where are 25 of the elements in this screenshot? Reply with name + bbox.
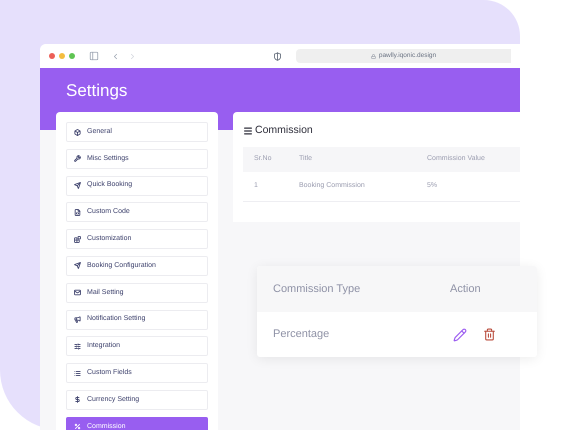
paper-plane-icon [74, 182, 81, 190]
column-header: Action [450, 282, 481, 297]
dollar-icon [74, 396, 81, 404]
back-icon[interactable] [111, 52, 120, 60]
envelope-icon [74, 289, 81, 296]
forward-icon[interactable] [128, 52, 137, 60]
tools-icon [74, 155, 81, 162]
page-title: Settings [66, 81, 128, 101]
megaphone-icon [74, 316, 81, 324]
sidebar-toggle-icon[interactable] [89, 51, 99, 61]
delete-icon[interactable] [483, 328, 496, 341]
table-cell-text: Percentage [273, 327, 330, 342]
list-icon [74, 370, 81, 377]
percent-icon [74, 423, 81, 430]
sliders-icon [74, 342, 81, 350]
edit-icon[interactable] [453, 328, 467, 342]
paper-plane-icon [74, 262, 81, 270]
section-title: Commission [255, 123, 313, 138]
cube-icon [74, 128, 81, 136]
lock-icon [370, 54, 376, 58]
blocks-icon [74, 236, 81, 243]
menu-icon [243, 126, 253, 136]
shield-icon[interactable] [273, 52, 282, 60]
file-icon [74, 208, 81, 216]
column-header: Commission Type [273, 282, 362, 297]
